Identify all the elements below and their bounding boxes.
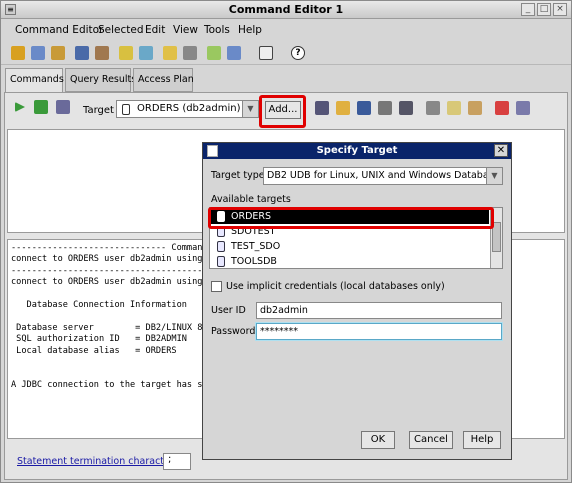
scrollbar-thumb[interactable] xyxy=(492,222,501,252)
open-icon[interactable] xyxy=(336,101,350,115)
icon-toolbar: ? xyxy=(1,41,571,65)
chevron-down-icon[interactable]: ▼ xyxy=(242,101,258,117)
control-center-icon[interactable] xyxy=(11,46,25,60)
cut-icon[interactable] xyxy=(426,101,440,115)
command-toolbar: Target ORDERS (db2admin) ▼ Add... xyxy=(6,97,566,123)
list-item-sdotest[interactable]: SDOTEST xyxy=(211,224,489,239)
target-label: Target xyxy=(83,105,114,116)
user-id-label: User ID xyxy=(211,305,246,316)
ok-button[interactable]: OK xyxy=(361,431,395,449)
document-icon xyxy=(207,145,218,157)
command-icon[interactable] xyxy=(315,101,329,115)
command-editor-icon[interactable] xyxy=(75,46,89,60)
termination-char-input[interactable]: ; xyxy=(163,453,191,470)
dialog-title: Specify Target xyxy=(316,145,398,156)
termination-char-link[interactable]: Statement termination character xyxy=(17,456,174,467)
save-icon[interactable] xyxy=(357,101,371,115)
license-center-icon[interactable] xyxy=(163,46,177,60)
target-type-label: Target type xyxy=(211,170,265,181)
health-center-icon[interactable] xyxy=(119,46,133,60)
sql-assist-icon[interactable] xyxy=(516,101,530,115)
target-combo[interactable]: ORDERS (db2admin) ▼ xyxy=(116,100,259,118)
database-icon xyxy=(217,211,225,222)
copy-icon[interactable] xyxy=(447,101,461,115)
menu-view[interactable]: View xyxy=(173,24,198,36)
menu-bar: Command Editor Selected Edit View Tools … xyxy=(1,20,571,40)
list-item-label: ORDERS xyxy=(231,211,272,222)
database-icon xyxy=(217,256,225,267)
add-target-button[interactable]: Add... xyxy=(265,101,301,119)
close-icon[interactable]: ✕ xyxy=(494,144,508,157)
help-button[interactable]: Help xyxy=(463,431,501,449)
menu-edit[interactable]: Edit xyxy=(145,24,165,36)
execute-plan-icon[interactable] xyxy=(34,100,48,114)
journal-icon[interactable] xyxy=(139,46,153,60)
password-label: Password xyxy=(211,326,256,337)
available-targets-list: ORDERS SDOTEST TEST_SDO TOOLSDB xyxy=(209,207,503,269)
menu-selected[interactable]: Selected xyxy=(98,24,144,36)
tools-settings-icon[interactable] xyxy=(227,46,241,60)
tab-query-results[interactable]: Query Results xyxy=(65,68,136,92)
execute-icon[interactable] xyxy=(15,102,25,112)
list-item-test-sdo[interactable]: TEST_SDO xyxy=(211,239,489,254)
implicit-credentials-label: Use implicit credentials (local database… xyxy=(226,281,445,292)
user-id-field[interactable]: db2admin xyxy=(256,302,502,319)
configuration-assistant-icon[interactable] xyxy=(207,46,221,60)
database-icon xyxy=(217,226,225,237)
title-bar[interactable]: ≡ Command Editor 1 _ □ × xyxy=(1,1,571,19)
available-targets-label: Available targets xyxy=(211,194,291,205)
implicit-credentials-checkbox[interactable] xyxy=(211,281,222,292)
database-icon xyxy=(217,241,225,252)
print-icon[interactable] xyxy=(378,101,392,115)
target-value: ORDERS (db2admin) xyxy=(137,103,241,114)
close-button[interactable]: × xyxy=(553,3,567,16)
list-item-label: TOOLSDB xyxy=(231,256,277,267)
list-item-toolsdb[interactable]: TOOLSDB xyxy=(211,254,489,268)
cancel-button[interactable]: Cancel xyxy=(409,431,453,449)
chevron-down-icon[interactable]: ▼ xyxy=(486,168,502,184)
help-icon[interactable]: ? xyxy=(291,46,305,60)
list-scrollbar[interactable] xyxy=(490,208,502,268)
menu-command-editor[interactable]: Command Editor xyxy=(15,24,103,36)
tab-access-plan[interactable]: Access Plan xyxy=(133,68,194,92)
database-icon xyxy=(122,104,130,115)
explain-icon[interactable] xyxy=(56,100,70,114)
satellite-admin-icon[interactable] xyxy=(51,46,65,60)
target-type-value: DB2 UDB for Linux, UNIX and Windows Data… xyxy=(267,170,500,181)
development-center-icon[interactable] xyxy=(183,46,197,60)
target-type-combo[interactable]: DB2 UDB for Linux, UNIX and Windows Data… xyxy=(263,167,503,185)
list-item-label: TEST_SDO xyxy=(231,241,281,252)
menu-help[interactable]: Help xyxy=(238,24,262,36)
list-item-label: SDOTEST xyxy=(231,226,276,237)
command-editor-window: ≡ Command Editor 1 _ □ × Command Editor … xyxy=(0,0,572,483)
menu-tools[interactable]: Tools xyxy=(204,24,230,36)
list-item-orders[interactable]: ORDERS xyxy=(211,209,489,224)
tools-icon[interactable] xyxy=(495,101,509,115)
maximize-button[interactable]: □ xyxy=(537,3,551,16)
window-list-icon[interactable] xyxy=(259,46,273,60)
window-title: Command Editor 1 xyxy=(228,3,344,16)
paste-icon[interactable] xyxy=(468,101,482,115)
dialog-title-bar[interactable]: Specify Target ✕ xyxy=(203,143,511,159)
find-icon[interactable] xyxy=(399,101,413,115)
password-field[interactable]: ******** xyxy=(256,323,502,340)
tab-commands[interactable]: Commands xyxy=(5,68,64,93)
replication-center-icon[interactable] xyxy=(31,46,45,60)
specify-target-dialog: Specify Target ✕ Target type DB2 UDB for… xyxy=(202,142,512,460)
task-center-icon[interactable] xyxy=(95,46,109,60)
minimize-button[interactable]: _ xyxy=(521,3,535,16)
